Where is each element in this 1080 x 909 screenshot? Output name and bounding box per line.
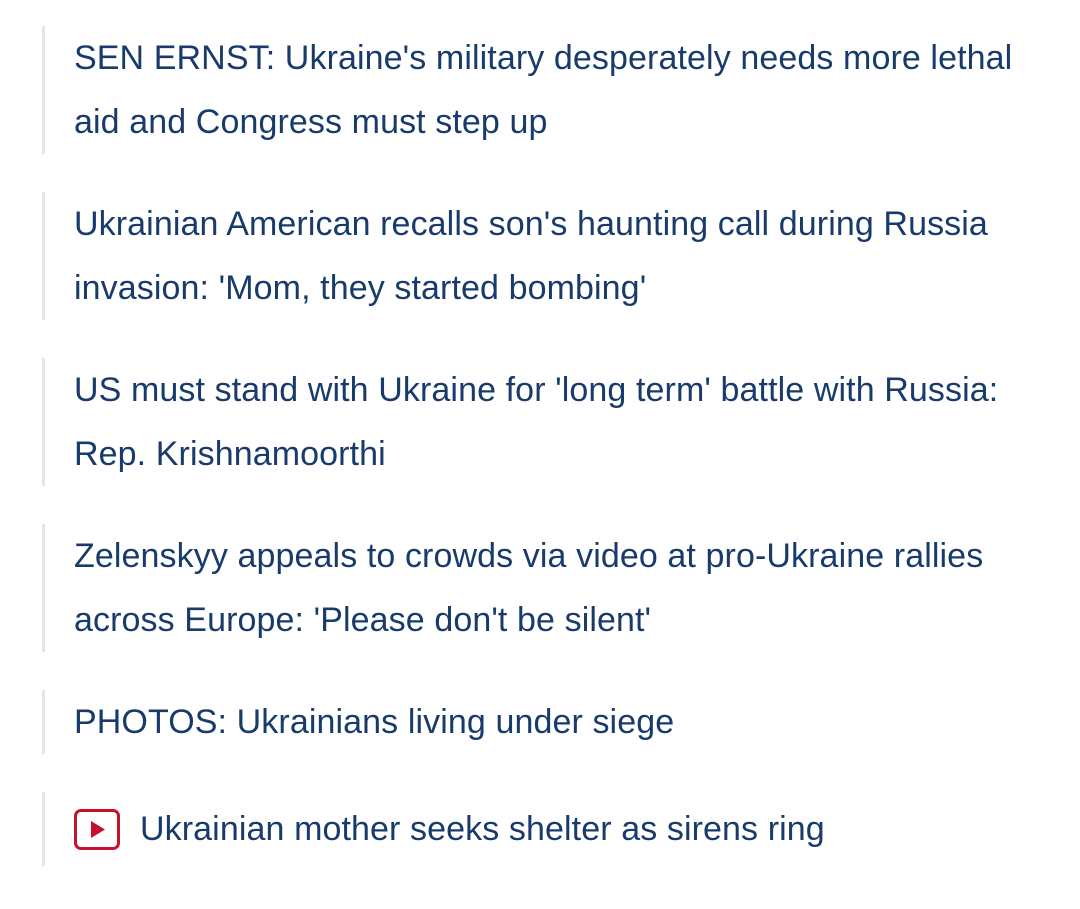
video-article-link[interactable]: Ukrainian mother seeks shelter as sirens… (140, 797, 825, 861)
article-link[interactable]: Ukrainian American recalls son's hauntin… (74, 192, 1042, 320)
play-triangle-icon (91, 820, 105, 838)
related-articles-list: SEN ERNST: Ukraine's military desperatel… (42, 26, 1042, 908)
article-link[interactable]: Zelenskyy appeals to crowds via video at… (74, 524, 1042, 652)
article-link[interactable]: SEN ERNST: Ukraine's military desperatel… (74, 26, 1042, 154)
list-item-video: Ukrainian mother seeks shelter as sirens… (42, 792, 1042, 866)
article-link[interactable]: PHOTOS: Ukrainians living under siege (74, 690, 1042, 754)
list-item: SEN ERNST: Ukraine's military desperatel… (42, 26, 1042, 154)
list-item: Ukrainian American recalls son's hauntin… (42, 192, 1042, 320)
article-link[interactable]: US must stand with Ukraine for 'long ter… (74, 358, 1042, 486)
list-item: US must stand with Ukraine for 'long ter… (42, 358, 1042, 486)
list-item: Zelenskyy appeals to crowds via video at… (42, 524, 1042, 652)
list-item: PHOTOS: Ukrainians living under siege (42, 690, 1042, 754)
video-play-icon[interactable] (74, 808, 120, 850)
